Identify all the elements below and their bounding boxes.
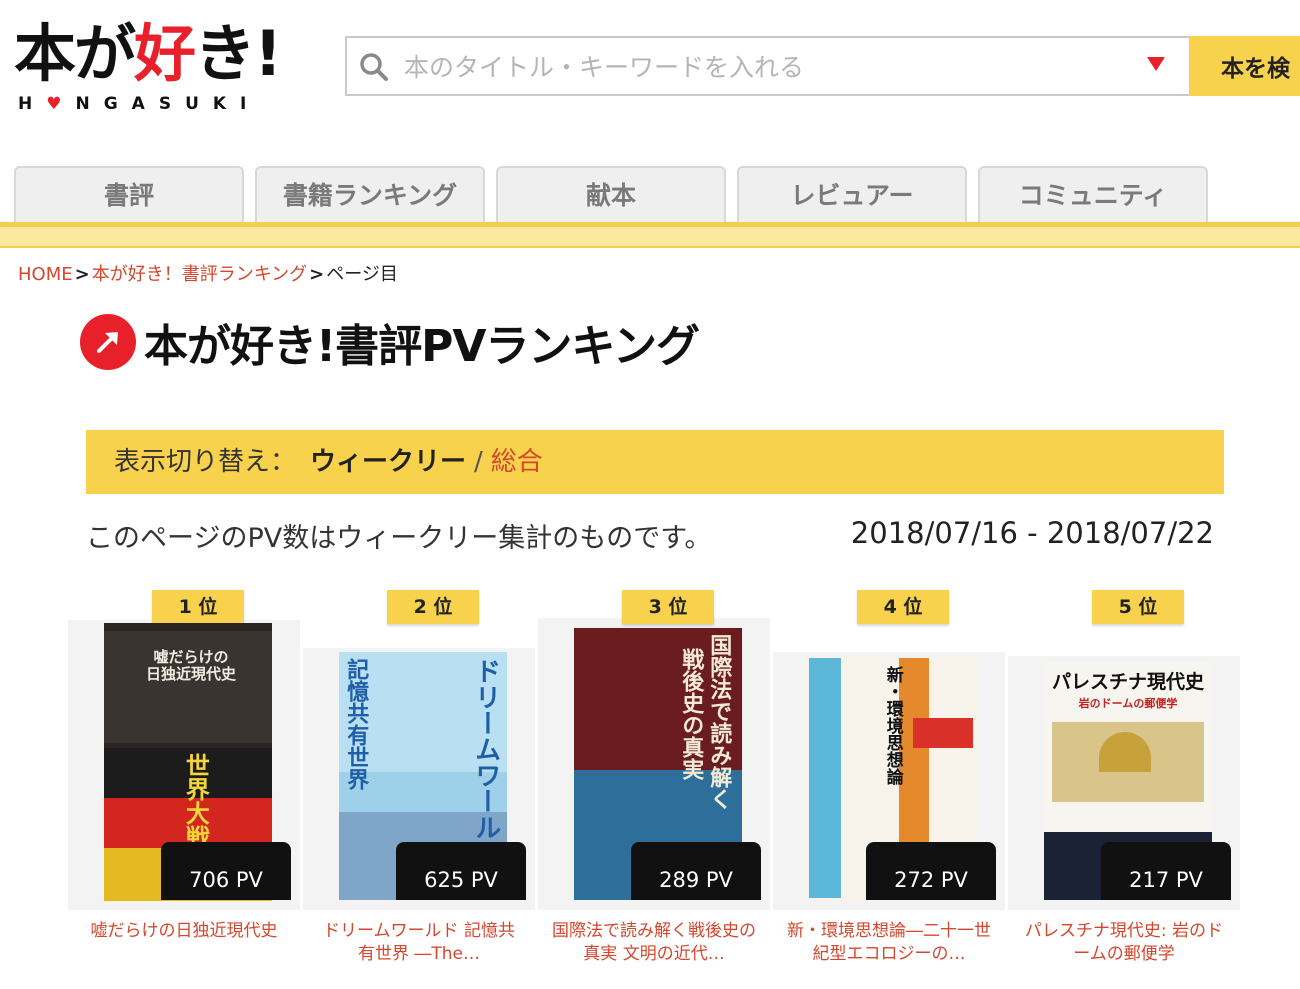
cover-accent: 戦後史の真実 xyxy=(678,648,704,780)
switcher-label: 表示切り替え： xyxy=(114,447,297,477)
book-title-link[interactable]: 嘘だらけの日独近現代史 xyxy=(68,920,300,943)
heart-icon: ♥ xyxy=(46,94,76,114)
site-logo[interactable]: 本が好き! H♥NGASUKI xyxy=(14,14,304,124)
switcher-total-link[interactable]: 総合 xyxy=(491,447,543,477)
breadcrumb-current: ページ目 xyxy=(326,264,398,285)
switcher-divider: / xyxy=(474,447,483,477)
book-title-link[interactable]: 国際法で読み解く戦後史の 真実 文明の近代… xyxy=(538,920,770,966)
cover-accent: 世界大戦 xyxy=(181,753,210,849)
pv-count: 217 PV xyxy=(1101,842,1231,900)
switcher-weekly: ウィークリー xyxy=(310,447,467,477)
book-title-link[interactable]: パレスチナ現代史: 岩のド ームの郵便学 xyxy=(1008,920,1240,966)
main-nav: 書評 書籍ランキング 献本 レビュアー コミュニティ xyxy=(0,166,1300,250)
rank-badge: 3 位 xyxy=(622,590,714,624)
cover-title: 嘘だらけの 日独近現代史 xyxy=(145,648,236,683)
rank-badge: 1 位 xyxy=(152,590,244,624)
breadcrumb: HOME > 本が好き！書評ランキング > ページ目 xyxy=(18,260,398,286)
view-switcher: 表示切り替え： ウィークリー / 総合 xyxy=(86,430,1224,494)
search-icon xyxy=(360,53,388,81)
page-title: 本が好き!書評PVランキング xyxy=(144,321,700,372)
pv-note: このページのPV数はウィークリー集計のものです。 xyxy=(86,523,712,554)
cover-title: ドリームワールド xyxy=(470,658,501,866)
breadcrumb-separator: > xyxy=(74,264,90,285)
tab-book-ranking[interactable]: 書籍ランキング xyxy=(255,166,485,222)
pv-count: 289 PV xyxy=(631,842,761,900)
book-title-link[interactable]: ドリームワールド 記憶共 有世界 ―The… xyxy=(303,920,535,966)
trend-arrow-icon xyxy=(80,314,136,370)
cover-accent: 岩のドームの郵便学 xyxy=(1078,697,1178,710)
breadcrumb-home[interactable]: HOME xyxy=(18,264,73,285)
pv-count: 272 PV xyxy=(866,842,996,900)
cover-title: 新・環境思想論 xyxy=(882,666,903,785)
search-box xyxy=(345,36,1191,96)
dropdown-arrow-icon[interactable] xyxy=(1147,57,1165,71)
ranking-item-5: 5 位 パレスチナ現代史 岩のドームの郵便学 217 PV パレスチナ現代史: … xyxy=(1008,590,1240,989)
ranking-item-2: 2 位 ドリームワールド 記憶共有世界 625 PV ドリームワールド 記憶共有… xyxy=(303,590,535,989)
cover-title: パレスチナ現代史 xyxy=(1051,671,1204,693)
pv-count: 625 PV xyxy=(396,842,526,900)
rank-badge: 2 位 xyxy=(387,590,479,624)
logo-wordmark: 本が好き! xyxy=(14,17,282,90)
book-title-link[interactable]: 新・環境思想論―二十一世 紀型エコロジーの… xyxy=(773,920,1005,966)
date-range: 2018/07/16 - 2018/07/22 xyxy=(850,516,1214,550)
ranking-item-3: 3 位 国際法で読み解く 戦後史の真実 289 PV 国際法で読み解く戦後史の真… xyxy=(538,590,770,989)
ranking-item-1: 1 位 嘘だらけの 日独近現代史 世界大戦 706 PV 嘘だらけの日独近現代史 xyxy=(68,590,300,989)
rank-badge: 5 位 xyxy=(1092,590,1184,624)
cover-title: 国際法で読み解く xyxy=(706,634,732,810)
ranking-item-4: 4 位 新・環境思想論 272 PV 新・環境思想論―二十一世 紀型エコロジーの… xyxy=(773,590,1005,989)
tab-community[interactable]: コミュニティ xyxy=(978,166,1208,222)
search-button[interactable]: 本を検 xyxy=(1189,36,1300,96)
pv-count: 706 PV xyxy=(161,842,291,900)
tab-reviewers[interactable]: レビュアー xyxy=(737,166,967,222)
tab-giveaway[interactable]: 献本 xyxy=(496,166,726,222)
cover-accent: 記憶共有世界 xyxy=(343,658,369,790)
breadcrumb-ranking[interactable]: 本が好き！書評ランキング xyxy=(92,264,307,285)
logo-tagline: H♥NGASUKI xyxy=(18,94,261,114)
tab-reviews[interactable]: 書評 xyxy=(14,166,244,222)
search-bar: 本を検 xyxy=(345,36,1300,96)
breadcrumb-separator: > xyxy=(309,264,325,285)
search-input[interactable] xyxy=(402,46,1136,88)
nav-underline xyxy=(0,222,1300,248)
rank-badge: 4 位 xyxy=(857,590,949,624)
